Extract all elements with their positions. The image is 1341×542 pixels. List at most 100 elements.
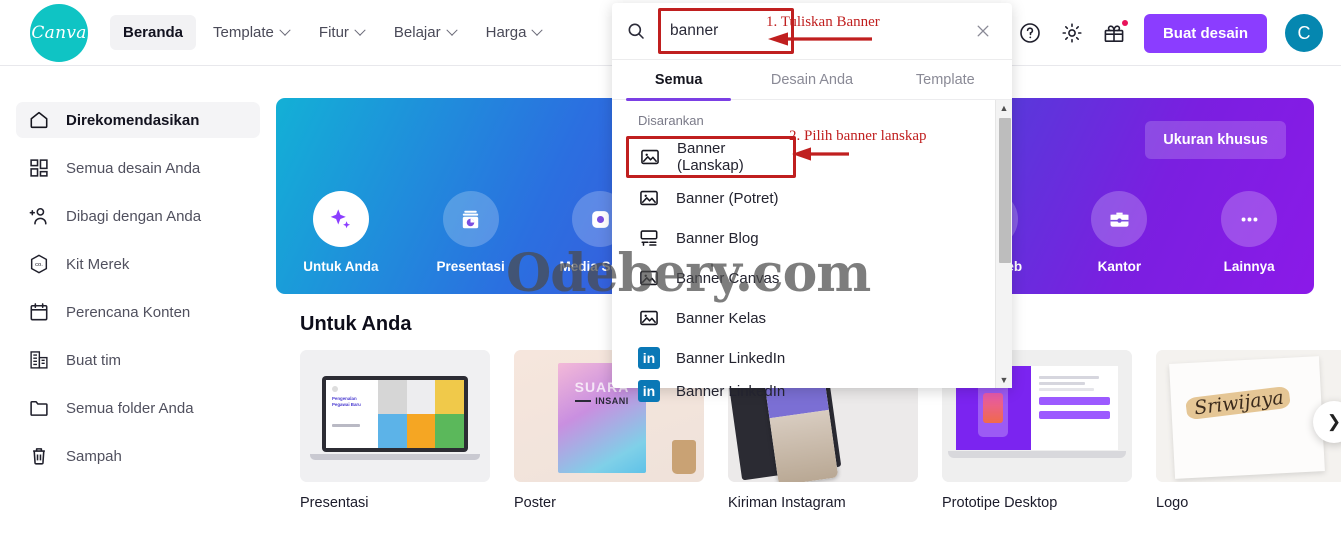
presentation-icon (442, 191, 499, 247)
sidebar-item-semua-folder[interactable]: Semua folder Anda (16, 390, 260, 426)
trash-icon (28, 445, 50, 467)
image-icon (639, 146, 661, 168)
chevron-down-icon (445, 24, 458, 36)
search-icon (626, 21, 646, 41)
watermark: Odebery.com (506, 243, 871, 304)
nav-item-beranda[interactable]: Beranda (110, 15, 197, 50)
search-input[interactable]: banner (670, 22, 718, 40)
list-item[interactable]: Sriwijaya Logo (1156, 350, 1341, 511)
sidebar-item-dibagi-dengan-anda[interactable]: Dibagi dengan Anda (16, 198, 260, 234)
scrollbar-thumb[interactable] (999, 118, 1011, 263)
svg-text:co.: co. (35, 262, 43, 268)
gear-icon[interactable] (1060, 21, 1084, 45)
tab-template[interactable]: Template (879, 60, 1012, 100)
category-lainnya[interactable]: Lainnya (1194, 191, 1304, 274)
nav-label: Template (213, 24, 274, 41)
chevron-down-icon (531, 24, 544, 36)
sidebar: Direkomendasikan Semua desain Anda Dibag… (0, 66, 276, 542)
sidebar-item-label: Perencana Konten (66, 303, 191, 321)
annotation-arrow-1 (764, 30, 874, 53)
avatar[interactable]: C (1285, 14, 1323, 52)
card-label: Kiriman Instagram (728, 495, 846, 511)
tab-desain-anda[interactable]: Desain Anda (745, 60, 878, 100)
triangle-up-icon[interactable]: ▲ (996, 100, 1012, 116)
linkedin-icon: in (638, 380, 660, 402)
search-tabs: Semua Desain Anda Template (612, 60, 1012, 101)
suggestion-label: Banner (Potret) (676, 189, 779, 207)
category-label: Presentasi (436, 259, 505, 274)
close-icon[interactable] (974, 22, 992, 40)
sidebar-item-kit-merek[interactable]: co. Kit Merek (16, 246, 260, 282)
scrollbar[interactable]: ▲ ▼ (995, 100, 1012, 388)
chevron-right-icon: ❯ (1326, 412, 1341, 431)
nav-label: Fitur (318, 24, 349, 41)
card-label: Presentasi (300, 495, 369, 511)
suggestion-label: Banner (Lanskap) (677, 140, 744, 174)
home-icon (28, 109, 50, 131)
triangle-down-icon[interactable]: ▼ (996, 372, 1012, 388)
page-title: Untuk Anda (300, 313, 412, 335)
nav-label: Harga (485, 24, 527, 41)
notification-dot (1121, 20, 1128, 26)
nav-label: Beranda (123, 24, 184, 41)
nav-item-template[interactable]: Template (200, 15, 302, 50)
sidebar-item-label: Buat tim (66, 351, 122, 369)
sidebar-item-semua-desain[interactable]: Semua desain Anda (16, 150, 260, 186)
category-kantor[interactable]: Kantor (1064, 191, 1174, 274)
gift-icon[interactable] (1102, 20, 1128, 45)
building-icon (28, 349, 50, 371)
suggestion-banner-potret[interactable]: Banner (Potret) (612, 178, 1012, 218)
annotation-step-2: 2. Pilih banner lanskap (789, 128, 927, 144)
sidebar-item-direkomendasikan[interactable]: Direkomendasikan (16, 102, 260, 138)
linkedin-icon: in (638, 347, 660, 369)
suggestion-banner-linkedin[interactable]: in Banner LinkedIn (612, 338, 1012, 378)
nav-label: Belajar (393, 24, 441, 41)
custom-size-button[interactable]: Ukuran khusus (1145, 121, 1286, 159)
add-person-icon (28, 205, 50, 227)
chevron-down-icon (354, 24, 366, 36)
annotation-arrow-2 (789, 145, 851, 168)
main-nav: Beranda Template Fitur Belajar Harga (110, 15, 554, 50)
sidebar-item-perencana-konten[interactable]: Perencana Konten (16, 294, 260, 330)
sidebar-item-label: Kit Merek (66, 255, 130, 273)
tab-label: Desain Anda (770, 71, 854, 88)
list-item[interactable]: Pengenalan Pegawai Baru Presentasi (300, 350, 490, 511)
category-label: Untuk Anda (303, 259, 379, 274)
canva-logo[interactable]: Canva (30, 3, 88, 62)
canva-homepage: Canva Beranda Template Fitur Belajar Har… (0, 0, 1341, 542)
sidebar-item-buat-tim[interactable]: Buat tim (16, 342, 260, 378)
card-label: Prototipe Desktop (942, 495, 1058, 511)
folder-icon (28, 397, 50, 419)
image-icon (638, 307, 660, 329)
question-circle-icon[interactable] (1018, 21, 1042, 45)
image-icon (638, 187, 660, 209)
ellipsis-icon (1221, 191, 1278, 247)
suggestion-banner-kelas[interactable]: Banner Kelas (612, 298, 1012, 338)
category-untuk-anda[interactable]: Untuk Anda (286, 191, 396, 274)
sidebar-item-sampah[interactable]: Sampah (16, 438, 260, 474)
suggestion-banner-lanskap[interactable]: Banner (Lanskap) (626, 136, 796, 178)
search-dropdown-panel: banner Semua Desain Anda Template Disara… (612, 3, 1012, 402)
nav-item-fitur[interactable]: Fitur (306, 15, 377, 50)
sidebar-item-label: Sampah (66, 447, 122, 465)
suggestion-banner-linkedin-2[interactable]: in Banner LinkedIn (612, 378, 1012, 404)
card-label: Logo (1156, 495, 1189, 511)
category-label: Kantor (1097, 259, 1142, 274)
tab-semua[interactable]: Semua (612, 60, 745, 101)
nav-item-belajar[interactable]: Belajar (381, 15, 469, 50)
chevron-down-icon (279, 24, 291, 36)
sparkle-icon (312, 191, 369, 247)
create-design-button[interactable]: Buat desain (1143, 13, 1267, 53)
card-label: Poster (514, 495, 556, 511)
suggestion-label: Banner LinkedIn (676, 382, 786, 400)
card-inner-title: Pengenalan Pegawai Baru (332, 396, 361, 407)
suggestion-label: Banner Kelas (676, 309, 767, 327)
tab-label: Template (915, 71, 975, 88)
nav-item-harga[interactable]: Harga (473, 15, 555, 50)
sidebar-item-label: Semua desain Anda (66, 159, 201, 177)
calendar-icon (28, 301, 50, 323)
grid-icon (28, 157, 50, 179)
sidebar-item-label: Dibagi dengan Anda (66, 207, 202, 225)
suggestion-label: Banner LinkedIn (676, 349, 786, 367)
sidebar-item-label: Direkomendasikan (66, 111, 200, 129)
